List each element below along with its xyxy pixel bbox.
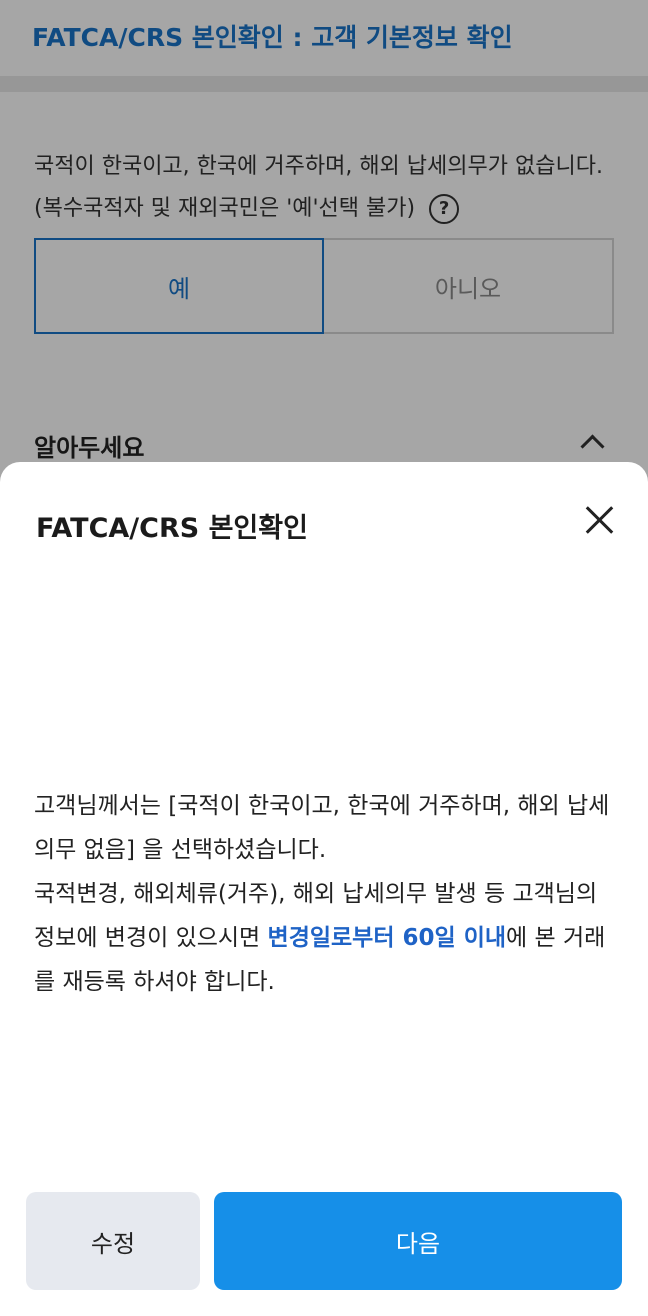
close-icon[interactable] [580,500,620,540]
message-deadline: 변경일로부터 60일 이내 [267,925,507,951]
edit-button[interactable]: 수정 [26,1192,200,1290]
page: FATCA/CRS 본인확인 : 고객 기본정보 확인 국적이 한국이고, 한국… [0,0,648,1316]
sheet-message: 고객님께서는 [국적이 한국이고, 한국에 거주하며, 해외 납세의무 없음] … [34,784,622,1004]
message-selection: 고객님께서는 [국적이 한국이고, 한국에 거주하며, 해외 납세의무 없음] … [34,793,610,863]
bottom-sheet: FATCA/CRS 본인확인 고객님께서는 [국적이 한국이고, 한국에 거주하… [0,462,648,1316]
next-button[interactable]: 다음 [214,1192,622,1290]
sheet-title: FATCA/CRS 본인확인 [36,513,308,544]
